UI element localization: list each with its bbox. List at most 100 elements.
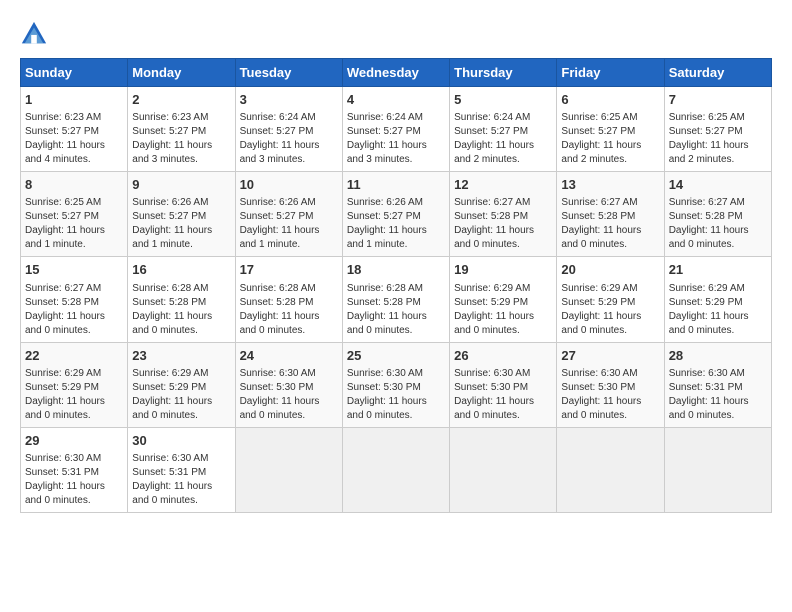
day-info: Sunrise: 6:24 AM Sunset: 5:27 PM Dayligh…	[240, 111, 338, 167]
calendar-cell: 18 Sunrise: 6:28 AM Sunset: 5:28 PM Dayli…	[342, 257, 449, 342]
calendar-cell: 6 Sunrise: 6:25 AM Sunset: 5:27 PM Daylig…	[557, 87, 664, 172]
day-number: 26	[454, 347, 552, 365]
day-number: 13	[561, 176, 659, 194]
calendar-cell: 17 Sunrise: 6:28 AM Sunset: 5:28 PM Dayli…	[235, 257, 342, 342]
day-info: Sunrise: 6:29 AM Sunset: 5:29 PM Dayligh…	[454, 282, 552, 338]
day-number: 14	[669, 176, 767, 194]
day-info: Sunrise: 6:25 AM Sunset: 5:27 PM Dayligh…	[669, 111, 767, 167]
day-info: Sunrise: 6:24 AM Sunset: 5:27 PM Dayligh…	[347, 111, 445, 167]
calendar-cell	[664, 427, 771, 512]
calendar-cell: 14 Sunrise: 6:27 AM Sunset: 5:28 PM Dayli…	[664, 172, 771, 257]
calendar-cell: 8 Sunrise: 6:25 AM Sunset: 5:27 PM Daylig…	[21, 172, 128, 257]
day-number: 23	[132, 347, 230, 365]
day-number: 24	[240, 347, 338, 365]
header-cell-wednesday: Wednesday	[342, 59, 449, 87]
day-number: 29	[25, 432, 123, 450]
calendar-cell: 21 Sunrise: 6:29 AM Sunset: 5:29 PM Dayli…	[664, 257, 771, 342]
calendar-cell: 11 Sunrise: 6:26 AM Sunset: 5:27 PM Dayli…	[342, 172, 449, 257]
calendar-cell: 26 Sunrise: 6:30 AM Sunset: 5:30 PM Dayli…	[450, 342, 557, 427]
day-info: Sunrise: 6:27 AM Sunset: 5:28 PM Dayligh…	[454, 196, 552, 252]
calendar-cell: 3 Sunrise: 6:24 AM Sunset: 5:27 PM Daylig…	[235, 87, 342, 172]
day-info: Sunrise: 6:28 AM Sunset: 5:28 PM Dayligh…	[132, 282, 230, 338]
day-number: 7	[669, 91, 767, 109]
day-number: 9	[132, 176, 230, 194]
day-info: Sunrise: 6:30 AM Sunset: 5:30 PM Dayligh…	[561, 367, 659, 423]
day-info: Sunrise: 6:26 AM Sunset: 5:27 PM Dayligh…	[347, 196, 445, 252]
day-number: 1	[25, 91, 123, 109]
day-info: Sunrise: 6:28 AM Sunset: 5:28 PM Dayligh…	[240, 282, 338, 338]
calendar-week-3: 15 Sunrise: 6:27 AM Sunset: 5:28 PM Dayli…	[21, 257, 772, 342]
day-number: 5	[454, 91, 552, 109]
day-info: Sunrise: 6:28 AM Sunset: 5:28 PM Dayligh…	[347, 282, 445, 338]
calendar-cell: 4Sunrise: 6:24 AM Sunset: 5:27 PM Daylig…	[342, 87, 449, 172]
day-info: Sunrise: 6:25 AM Sunset: 5:27 PM Dayligh…	[25, 196, 123, 252]
calendar-cell	[342, 427, 449, 512]
day-info: Sunrise: 6:23 AM Sunset: 5:27 PM Dayligh…	[132, 111, 230, 167]
day-number: 25	[347, 347, 445, 365]
header-cell-thursday: Thursday	[450, 59, 557, 87]
calendar-cell: 9 Sunrise: 6:26 AM Sunset: 5:27 PM Daylig…	[128, 172, 235, 257]
header-cell-tuesday: Tuesday	[235, 59, 342, 87]
day-info: Sunrise: 6:27 AM Sunset: 5:28 PM Dayligh…	[25, 282, 123, 338]
day-number: 20	[561, 261, 659, 279]
day-number: 22	[25, 347, 123, 365]
day-number: 8	[25, 176, 123, 194]
calendar-cell: 27 Sunrise: 6:30 AM Sunset: 5:30 PM Dayli…	[557, 342, 664, 427]
day-info: Sunrise: 6:29 AM Sunset: 5:29 PM Dayligh…	[132, 367, 230, 423]
day-info: Sunrise: 6:26 AM Sunset: 5:27 PM Dayligh…	[240, 196, 338, 252]
day-info: Sunrise: 6:26 AM Sunset: 5:27 PM Dayligh…	[132, 196, 230, 252]
calendar-week-1: 1 Sunrise: 6:23 AM Sunset: 5:27 PM Daylig…	[21, 87, 772, 172]
day-info: Sunrise: 6:30 AM Sunset: 5:31 PM Dayligh…	[669, 367, 767, 423]
day-info: Sunrise: 6:30 AM Sunset: 5:31 PM Dayligh…	[25, 452, 123, 508]
calendar-cell: 10 Sunrise: 6:26 AM Sunset: 5:27 PM Dayli…	[235, 172, 342, 257]
day-info: Sunrise: 6:29 AM Sunset: 5:29 PM Dayligh…	[25, 367, 123, 423]
header	[20, 20, 772, 48]
calendar-cell	[450, 427, 557, 512]
calendar-cell: 23 Sunrise: 6:29 AM Sunset: 5:29 PM Dayli…	[128, 342, 235, 427]
calendar-cell: 5 Sunrise: 6:24 AM Sunset: 5:27 PM Daylig…	[450, 87, 557, 172]
calendar-cell: 15 Sunrise: 6:27 AM Sunset: 5:28 PM Dayli…	[21, 257, 128, 342]
day-number: 3	[240, 91, 338, 109]
header-cell-monday: Monday	[128, 59, 235, 87]
day-number: 19	[454, 261, 552, 279]
day-number: 10	[240, 176, 338, 194]
day-number: 28	[669, 347, 767, 365]
day-info: Sunrise: 6:30 AM Sunset: 5:30 PM Dayligh…	[454, 367, 552, 423]
day-info: Sunrise: 6:30 AM Sunset: 5:30 PM Dayligh…	[240, 367, 338, 423]
day-info: Sunrise: 6:29 AM Sunset: 5:29 PM Dayligh…	[669, 282, 767, 338]
calendar-cell: 29 Sunrise: 6:30 AM Sunset: 5:31 PM Dayli…	[21, 427, 128, 512]
day-info: Sunrise: 6:25 AM Sunset: 5:27 PM Dayligh…	[561, 111, 659, 167]
calendar-cell: 12 Sunrise: 6:27 AM Sunset: 5:28 PM Dayli…	[450, 172, 557, 257]
calendar-cell: 25Sunrise: 6:30 AM Sunset: 5:30 PM Dayli…	[342, 342, 449, 427]
calendar-cell	[557, 427, 664, 512]
day-number: 17	[240, 261, 338, 279]
calendar-cell: 2Sunrise: 6:23 AM Sunset: 5:27 PM Daylig…	[128, 87, 235, 172]
calendar-cell: 19 Sunrise: 6:29 AM Sunset: 5:29 PM Dayli…	[450, 257, 557, 342]
calendar-week-2: 8 Sunrise: 6:25 AM Sunset: 5:27 PM Daylig…	[21, 172, 772, 257]
calendar-cell: 28 Sunrise: 6:30 AM Sunset: 5:31 PM Dayli…	[664, 342, 771, 427]
header-cell-sunday: Sunday	[21, 59, 128, 87]
day-info: Sunrise: 6:24 AM Sunset: 5:27 PM Dayligh…	[454, 111, 552, 167]
calendar-week-5: 29 Sunrise: 6:30 AM Sunset: 5:31 PM Dayli…	[21, 427, 772, 512]
calendar-cell	[235, 427, 342, 512]
day-number: 12	[454, 176, 552, 194]
day-number: 21	[669, 261, 767, 279]
day-number: 15	[25, 261, 123, 279]
header-cell-friday: Friday	[557, 59, 664, 87]
calendar-cell: 16Sunrise: 6:28 AM Sunset: 5:28 PM Dayli…	[128, 257, 235, 342]
header-cell-saturday: Saturday	[664, 59, 771, 87]
logo	[20, 20, 52, 48]
calendar-cell: 13Sunrise: 6:27 AM Sunset: 5:28 PM Dayli…	[557, 172, 664, 257]
calendar-cell: 30 Sunrise: 6:30 AM Sunset: 5:31 PM Dayli…	[128, 427, 235, 512]
day-number: 11	[347, 176, 445, 194]
calendar-cell: 24 Sunrise: 6:30 AM Sunset: 5:30 PM Dayli…	[235, 342, 342, 427]
day-number: 6	[561, 91, 659, 109]
day-info: Sunrise: 6:27 AM Sunset: 5:28 PM Dayligh…	[669, 196, 767, 252]
day-number: 27	[561, 347, 659, 365]
day-number: 30	[132, 432, 230, 450]
day-info: Sunrise: 6:29 AM Sunset: 5:29 PM Dayligh…	[561, 282, 659, 338]
day-info: Sunrise: 6:30 AM Sunset: 5:31 PM Dayligh…	[132, 452, 230, 508]
calendar-cell: 22 Sunrise: 6:29 AM Sunset: 5:29 PM Dayli…	[21, 342, 128, 427]
calendar-cell: 20 Sunrise: 6:29 AM Sunset: 5:29 PM Dayli…	[557, 257, 664, 342]
day-number: 18	[347, 261, 445, 279]
